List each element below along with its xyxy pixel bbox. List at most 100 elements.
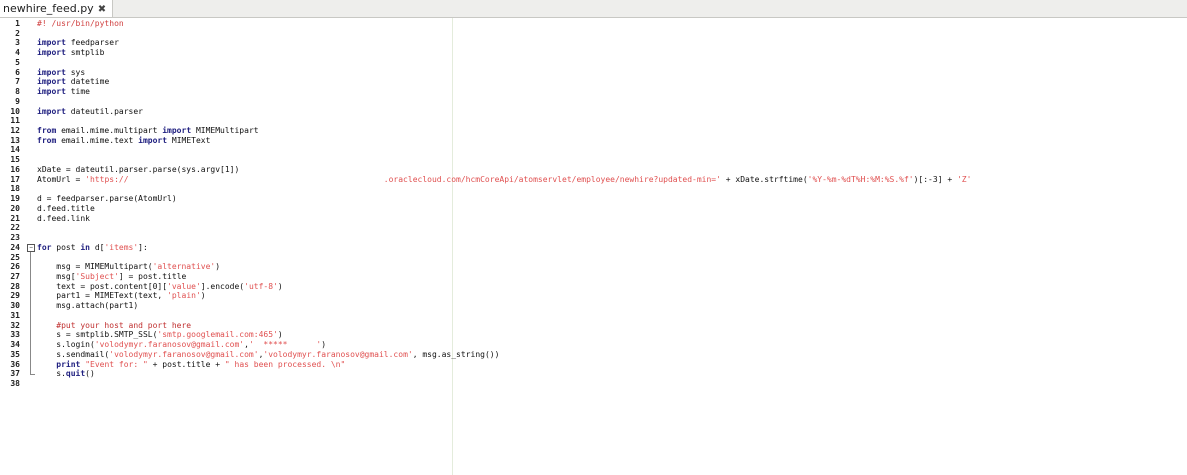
tab-bar: newhire_feed.py ✖ — [0, 0, 1187, 18]
code-line[interactable]: 25 — [0, 253, 1187, 263]
code-line[interactable]: 26 msg = MIMEMultipart('alternative') — [0, 262, 1187, 272]
code-text[interactable]: AtomUrl = 'https:// .oraclecloud.com/hcm… — [37, 175, 971, 185]
code-text[interactable]: part1 = MIMEText(text, 'plain') — [37, 291, 205, 301]
code-line[interactable]: 1 #! /usr/bin/python — [0, 19, 1187, 29]
code-line[interactable]: 20 d.feed.title — [0, 204, 1187, 214]
code-line[interactable]: 12 from email.mime.multipart import MIMEM… — [0, 126, 1187, 136]
code-token: MIMEText — [167, 135, 211, 145]
code-line[interactable]: 38 — [0, 379, 1187, 389]
code-line[interactable]: 28 text = post.content[0]['value'].encod… — [0, 282, 1187, 292]
keyword-token: from — [37, 126, 57, 136]
code-text[interactable]: msg = MIMEMultipart('alternative') — [37, 262, 220, 272]
code-line[interactable]: 4 import smtplib — [0, 48, 1187, 58]
code-text[interactable]: msg.attach(part1) — [37, 301, 138, 311]
line-number: 5 — [15, 57, 20, 67]
code-line[interactable]: 16 xDate = dateutil.parser.parse(sys.argv… — [0, 165, 1187, 175]
code-editor[interactable]: 1 #! /usr/bin/python 2 3 import feedparser 4 i… — [0, 18, 1187, 475]
code-text[interactable]: #put your host and port here — [37, 321, 191, 331]
code-text[interactable]: from email.mime.text import MIMEText — [37, 136, 210, 146]
line-number: 23 — [10, 233, 20, 243]
code-text[interactable]: import time — [37, 87, 90, 97]
code-line[interactable]: 14 — [0, 145, 1187, 155]
code-line[interactable]: 33 s = smtplib.SMTP_SSL('smtp.googlemail… — [0, 330, 1187, 340]
line-number: 1 — [15, 19, 20, 28]
code-token: email.mime.text — [56, 135, 139, 145]
code-text[interactable]: d.feed.link — [37, 214, 90, 224]
code-line[interactable]: 21 d.feed.link — [0, 214, 1187, 224]
code-line[interactable]: 24 for post in d['items']: − — [0, 243, 1187, 253]
line-number: 2 — [15, 28, 20, 38]
code-line[interactable]: 7 import datetime — [0, 77, 1187, 87]
line-number: 16 — [10, 164, 20, 174]
code-line[interactable]: 9 — [0, 97, 1187, 107]
code-line[interactable]: 31 — [0, 311, 1187, 321]
code-text[interactable]: print "Event for: " + post.title + " has… — [37, 360, 345, 370]
line-number: 20 — [10, 203, 20, 213]
line-number: 29 — [10, 291, 20, 301]
code-text[interactable]: import datetime — [37, 77, 109, 87]
tab-filename[interactable]: newhire_feed.py — [3, 2, 94, 15]
code-text[interactable]: s.login('volodymyr.faranosov@gmail.com',… — [37, 340, 326, 350]
code-text[interactable]: d.feed.title — [37, 204, 95, 214]
code-token: msg[ — [37, 271, 76, 281]
code-text[interactable]: import feedparser — [37, 38, 119, 48]
code-line[interactable]: 35 s.sendmail('volodymyr.faranosov@gmail… — [0, 350, 1187, 360]
code-token: ] = post.title — [118, 271, 187, 281]
code-line[interactable]: 32 #put your host and port here — [0, 321, 1187, 331]
code-line[interactable]: 17 AtomUrl = 'https:// .oraclecloud.com/h… — [0, 175, 1187, 185]
code-line[interactable]: 5 — [0, 58, 1187, 68]
string-token: 'value' — [167, 281, 201, 291]
code-text[interactable]: xDate = dateutil.parser.parse(sys.argv[1… — [37, 165, 239, 175]
string-token: 'https:// .oraclecloud.com/hcmCoreApi/at… — [85, 174, 721, 184]
code-token: d.feed.link — [37, 213, 90, 223]
code-token: d = feedparser.parse(AtomUrl) — [37, 194, 177, 204]
fold-toggle-icon[interactable]: − — [27, 243, 35, 252]
keyword-token: import — [138, 135, 168, 145]
code-line[interactable]: 13 from email.mime.text import MIMEText — [0, 136, 1187, 146]
code-line[interactable]: 34 s.login('volodymyr.faranosov@gmail.co… — [0, 340, 1187, 350]
code-line[interactable]: 23 — [0, 233, 1187, 243]
code-text[interactable]: import dateutil.parser — [37, 107, 143, 117]
string-token: 'Z' — [956, 174, 972, 184]
code-text[interactable]: import sys — [37, 68, 85, 78]
code-text[interactable]: for post in d['items']: — [37, 243, 148, 253]
code-token: dateutil.parser — [65, 106, 143, 116]
code-text[interactable]: #! /usr/bin/python — [37, 19, 124, 29]
code-line[interactable]: 30 msg.attach(part1) — [0, 301, 1187, 311]
code-line[interactable]: 10 import dateutil.parser — [0, 107, 1187, 117]
code-text[interactable]: from email.mime.multipart import MIMEMul… — [37, 126, 259, 136]
code-text[interactable]: s = smtplib.SMTP_SSL('smtp.googlemail.co… — [37, 330, 282, 340]
line-number: 15 — [10, 155, 20, 165]
code-line[interactable]: 2 — [0, 29, 1187, 39]
code-line[interactable]: 37 s.quit() — [0, 369, 1187, 379]
line-number: 38 — [10, 379, 20, 388]
code-text[interactable]: text = post.content[0]['value'].encode('… — [37, 281, 282, 292]
code-text[interactable]: s.quit() — [37, 369, 95, 379]
code-text[interactable]: s.sendmail('volodymyr.faranosov@gmail.co… — [37, 350, 499, 360]
code-line[interactable]: 19 d = feedparser.parse(AtomUrl) — [0, 194, 1187, 204]
close-tab-icon[interactable]: ✖ — [98, 4, 106, 15]
code-text[interactable]: d = feedparser.parse(AtomUrl) — [37, 194, 177, 204]
code-line[interactable]: 22 — [0, 223, 1187, 233]
code-line[interactable]: 8 import time — [0, 87, 1187, 97]
code-line[interactable]: 3 import feedparser — [0, 38, 1187, 48]
shebang-token: #! /usr/bin/python — [37, 19, 124, 28]
code-text[interactable]: msg['Subject'] = post.title — [37, 272, 186, 282]
code-line[interactable]: 18 — [0, 184, 1187, 194]
code-line[interactable]: 27 msg['Subject'] = post.title — [0, 272, 1187, 282]
code-text[interactable]: import smtplib — [37, 48, 104, 58]
code-line[interactable]: 11 — [0, 116, 1187, 126]
code-token: AtomUrl = — [37, 174, 86, 184]
code-line[interactable]: 6 import sys — [0, 68, 1187, 78]
code-token: ].encode( — [200, 281, 245, 291]
code-token: msg = MIMEMultipart( — [37, 262, 153, 272]
code-line[interactable]: 15 — [0, 155, 1187, 165]
fold-end-marker — [30, 374, 35, 376]
line-number: 7 — [15, 77, 20, 87]
file-tab[interactable]: newhire_feed.py ✖ — [0, 0, 114, 17]
code-line[interactable]: 29 part1 = MIMEText(text, 'plain') — [0, 291, 1187, 301]
keyword-token: for — [37, 242, 52, 252]
line-number: 26 — [10, 262, 20, 272]
fold-guide-line — [30, 251, 31, 375]
code-line[interactable]: 36 print "Event for: " + post.title + " … — [0, 360, 1187, 370]
